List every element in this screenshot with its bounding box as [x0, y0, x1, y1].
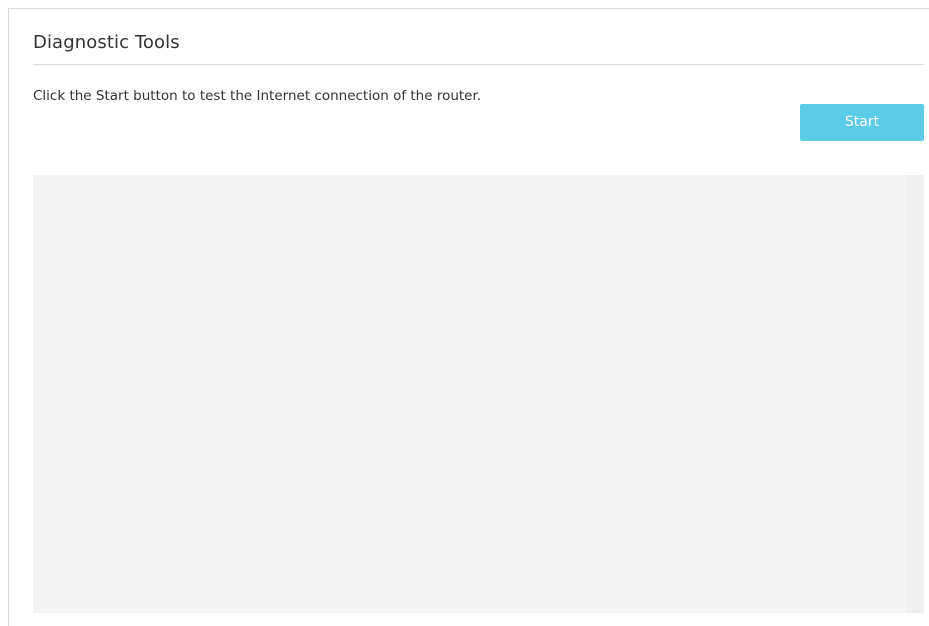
output-scrollbar[interactable]	[906, 175, 924, 613]
diagnostic-output-area[interactable]	[33, 175, 924, 613]
instruction-text: Click the Start button to test the Inter…	[33, 88, 482, 104]
title-divider	[33, 64, 924, 65]
page-title: Diagnostic Tools	[33, 32, 180, 53]
start-button[interactable]: Start	[800, 104, 924, 141]
